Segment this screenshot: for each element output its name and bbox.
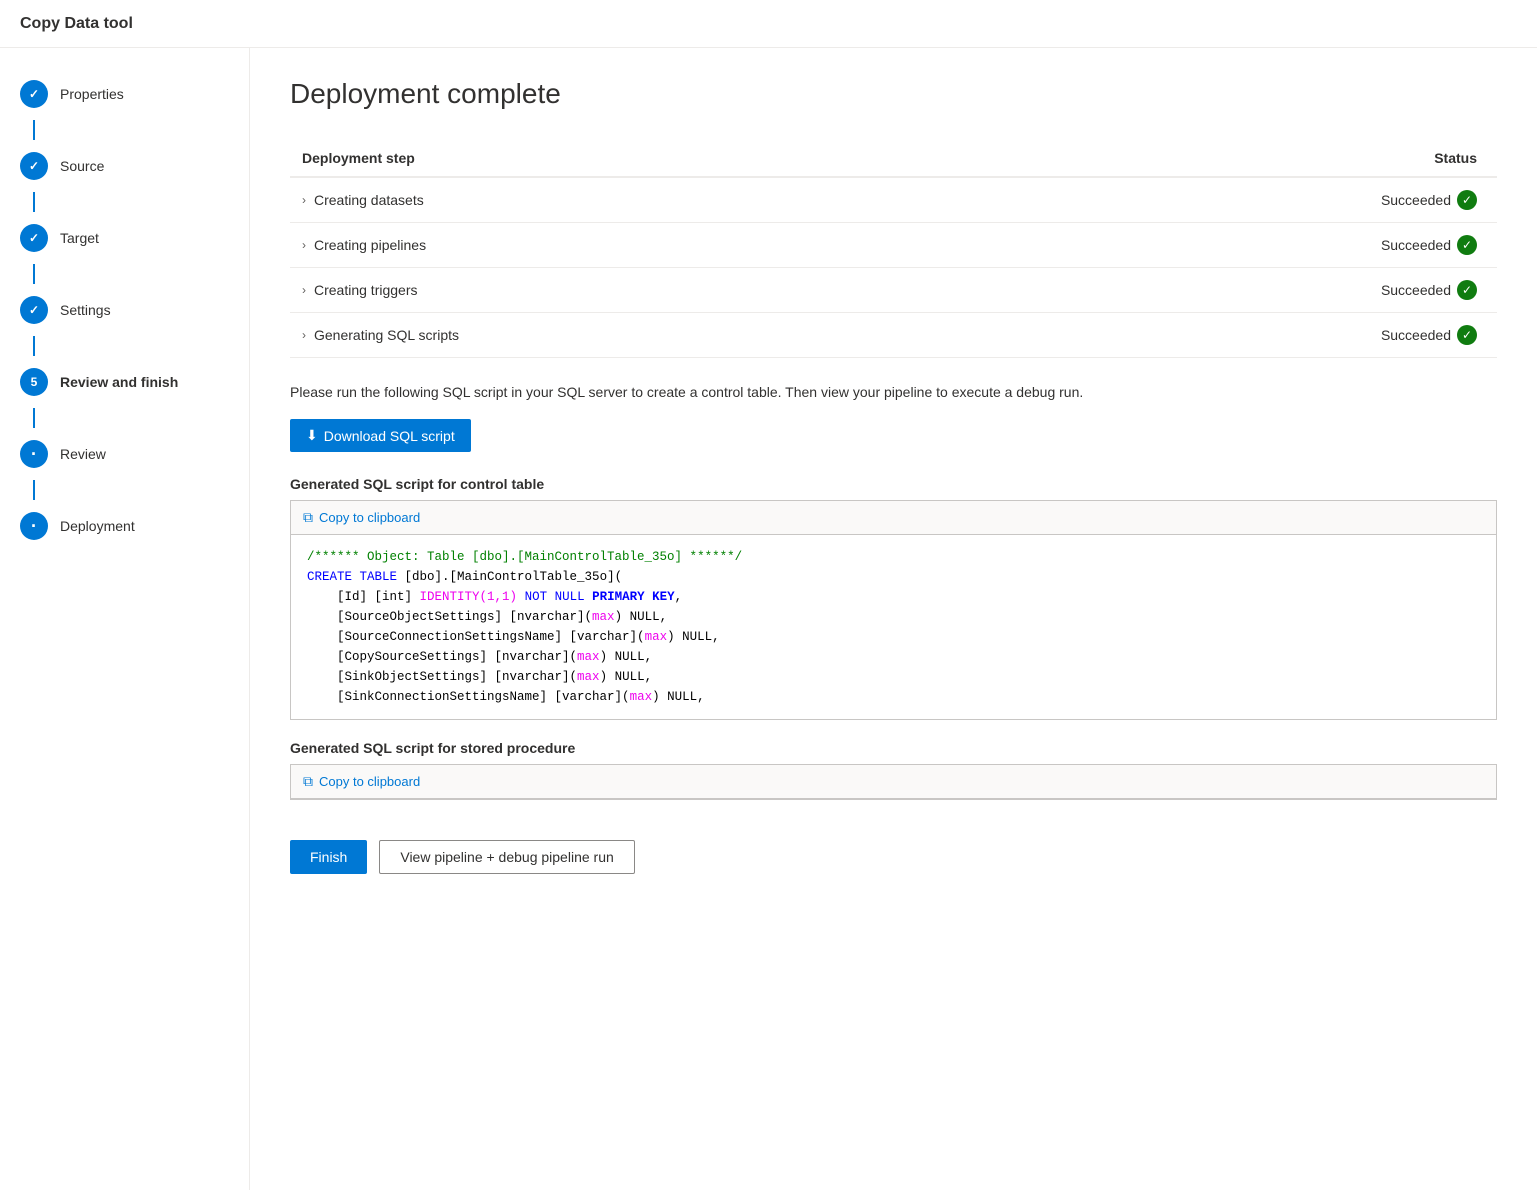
sidebar-item-review[interactable]: · Review [0,428,249,480]
sidebar-label-review-and-finish: Review and finish [60,374,178,390]
sql-control-table-code: /****** Object: Table [dbo].[MainControl… [291,535,1496,719]
table-row: › Generating SQL scripts Succeeded ✓ [290,313,1497,358]
step-circle-deployment: · [20,512,48,540]
sql-control-table-toolbar[interactable]: ⧉ Copy to clipboard [291,501,1496,535]
success-icon-datasets: ✓ [1457,190,1477,210]
success-icon-pipelines: ✓ [1457,235,1477,255]
sidebar-item-deployment[interactable]: · Deployment [0,500,249,552]
sidebar-item-properties[interactable]: ✓ Properties [0,68,249,120]
sidebar-label-deployment: Deployment [60,518,135,534]
col-deployment-step: Deployment step [290,140,997,177]
chevron-icon: › [302,283,306,297]
step-circle-target: ✓ [20,224,48,252]
step-connector-1 [33,120,35,140]
download-icon: ⬇ [306,427,318,444]
sql-stored-proc-box: ⧉ Copy to clipboard [290,764,1497,800]
sidebar-item-target[interactable]: ✓ Target [0,212,249,264]
success-icon-sql: ✓ [1457,325,1477,345]
step-circle-review-and-finish: 5 [20,368,48,396]
chevron-icon: › [302,238,306,252]
deployment-table: Deployment step Status › Creating datase… [290,140,1497,358]
footer-actions: Finish View pipeline + debug pipeline ru… [290,820,1497,894]
sidebar-label-target: Target [60,230,99,246]
copy-control-table-label[interactable]: Copy to clipboard [319,510,420,525]
sql-stored-proc-toolbar[interactable]: ⧉ Copy to clipboard [291,765,1496,799]
sidebar-label-settings: Settings [60,302,111,318]
app-header: Copy Data tool [0,0,1537,48]
status-label-pipelines: Succeeded [1381,237,1451,253]
step-connector-5 [33,408,35,428]
step-circle-properties: ✓ [20,80,48,108]
app-title: Copy Data tool [20,15,133,33]
sql-control-table-title: Generated SQL script for control table [290,476,1497,492]
chevron-icon: › [302,328,306,342]
status-label-sql: Succeeded [1381,327,1451,343]
sql-control-table-box: ⧉ Copy to clipboard /****** Object: Tabl… [290,500,1497,720]
table-row: › Creating datasets Succeeded ✓ [290,177,1497,223]
sidebar: ✓ Properties ✓ Source ✓ Target ✓ Setting… [0,48,250,1190]
sidebar-label-review: Review [60,446,106,462]
status-label-triggers: Succeeded [1381,282,1451,298]
col-status: Status [997,140,1497,177]
step-name-sql: Generating SQL scripts [314,327,459,343]
info-text: Please run the following SQL script in y… [290,382,1497,403]
sidebar-item-settings[interactable]: ✓ Settings [0,284,249,336]
finish-button[interactable]: Finish [290,840,367,874]
main-layout: ✓ Properties ✓ Source ✓ Target ✓ Setting… [0,48,1537,1190]
page-title: Deployment complete [290,78,1497,110]
download-sql-button[interactable]: ⬇ Download SQL script [290,419,471,452]
status-label-datasets: Succeeded [1381,192,1451,208]
table-row: › Creating triggers Succeeded ✓ [290,268,1497,313]
download-btn-label: Download SQL script [324,428,455,444]
step-connector-2 [33,192,35,212]
step-circle-review: · [20,440,48,468]
chevron-icon: › [302,193,306,207]
main-content: Deployment complete Deployment step Stat… [250,48,1537,1190]
step-circle-source: ✓ [20,152,48,180]
sidebar-item-review-and-finish[interactable]: 5 Review and finish [0,356,249,408]
copy-stored-proc-label[interactable]: Copy to clipboard [319,774,420,789]
copy-icon: ⧉ [303,509,313,526]
sidebar-item-source[interactable]: ✓ Source [0,140,249,192]
sidebar-label-properties: Properties [60,86,124,102]
sql-stored-proc-title: Generated SQL script for stored procedur… [290,740,1497,756]
view-pipeline-button[interactable]: View pipeline + debug pipeline run [379,840,634,874]
copy-icon-proc: ⧉ [303,773,313,790]
step-connector-6 [33,480,35,500]
step-connector-4 [33,336,35,356]
table-row: › Creating pipelines Succeeded ✓ [290,223,1497,268]
step-circle-settings: ✓ [20,296,48,324]
sidebar-label-source: Source [60,158,104,174]
step-name-datasets: Creating datasets [314,192,424,208]
step-name-pipelines: Creating pipelines [314,237,426,253]
step-name-triggers: Creating triggers [314,282,418,298]
step-connector-3 [33,264,35,284]
success-icon-triggers: ✓ [1457,280,1477,300]
